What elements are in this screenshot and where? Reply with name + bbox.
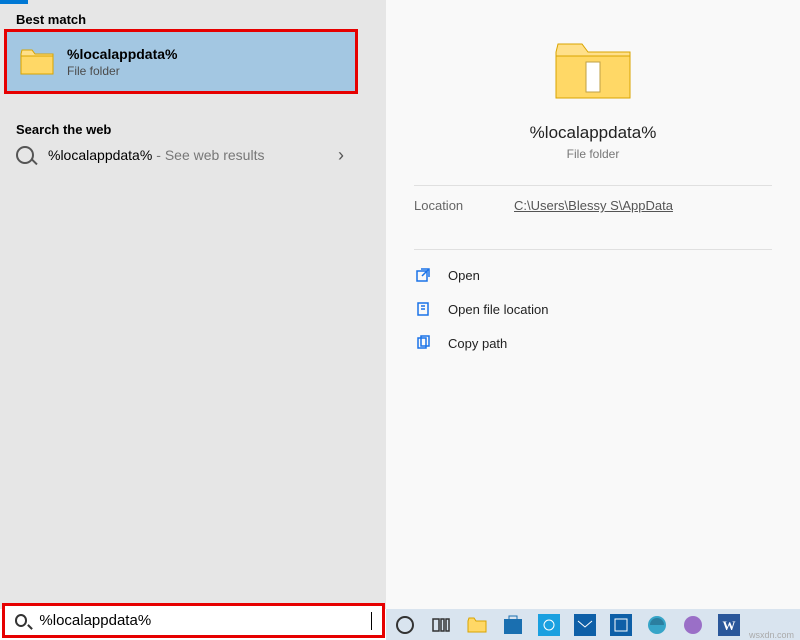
- search-icon: [15, 614, 27, 627]
- search-icon: [16, 146, 34, 164]
- accent-bar: [0, 0, 28, 4]
- open-label: Open: [448, 268, 480, 283]
- file-explorer-icon[interactable]: [464, 612, 490, 638]
- divider: [414, 249, 772, 250]
- edge-icon[interactable]: [644, 612, 670, 638]
- open-action[interactable]: Open: [386, 258, 800, 292]
- web-result-text: %localappdata%: [48, 147, 152, 163]
- taskbar: W: [386, 609, 800, 640]
- search-results-pane: Best match %localappdata% File folder Se…: [0, 0, 386, 609]
- task-view-icon[interactable]: [428, 612, 454, 638]
- search-input[interactable]: [39, 612, 373, 629]
- location-value[interactable]: C:\Users\Blessy S\AppData: [514, 198, 673, 213]
- location-row[interactable]: Location C:\Users\Blessy S\AppData: [386, 186, 800, 225]
- preview-subtitle: File folder: [386, 147, 800, 161]
- mail-icon[interactable]: [572, 612, 598, 638]
- preview-header: %localappdata% File folder: [386, 0, 800, 161]
- text-caret: [371, 612, 372, 630]
- location-label: Location: [414, 198, 514, 213]
- web-result-hint: - See web results: [156, 147, 264, 163]
- preview-title: %localappdata%: [386, 123, 800, 143]
- settings-icon[interactable]: [536, 612, 562, 638]
- taskbar-search-box[interactable]: [2, 603, 385, 638]
- open-location-label: Open file location: [448, 302, 548, 317]
- chevron-right-icon: ›: [338, 145, 344, 166]
- word-icon[interactable]: W: [716, 612, 742, 638]
- cortana-icon[interactable]: [392, 612, 418, 638]
- best-match-text: %localappdata% File folder: [67, 46, 177, 78]
- store-icon[interactable]: [500, 612, 526, 638]
- watermark: wsxdn.com: [749, 630, 794, 640]
- open-location-icon: [414, 300, 432, 318]
- best-match-result[interactable]: %localappdata% File folder: [4, 29, 358, 94]
- copy-path-action[interactable]: Copy path: [386, 326, 800, 360]
- web-search-result[interactable]: %localappdata% - See web results ›: [0, 135, 360, 175]
- copy-path-label: Copy path: [448, 336, 507, 351]
- best-match-title: %localappdata%: [67, 46, 177, 62]
- copy-icon: [414, 334, 432, 352]
- more-icon[interactable]: [680, 612, 706, 638]
- svg-text:W: W: [723, 618, 736, 633]
- preview-pane: %localappdata% File folder Location C:\U…: [386, 0, 800, 609]
- open-icon: [414, 266, 432, 284]
- folder-icon-large: [554, 40, 632, 105]
- mail2-icon[interactable]: [608, 612, 634, 638]
- folder-icon: [19, 44, 55, 80]
- open-location-action[interactable]: Open file location: [386, 292, 800, 326]
- preview-actions: Open Open file location Copy path: [386, 258, 800, 360]
- best-match-subtitle: File folder: [67, 64, 177, 78]
